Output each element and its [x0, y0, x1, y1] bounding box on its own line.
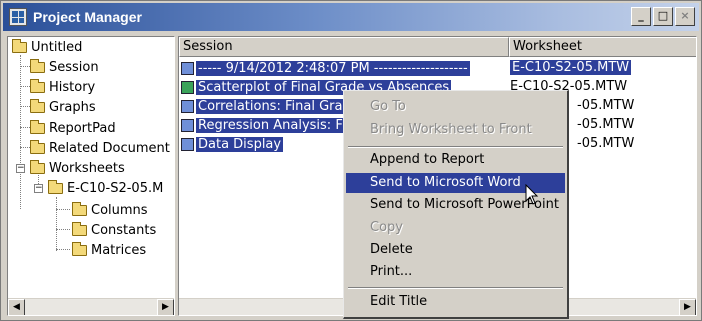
tree-connector [56, 229, 70, 230]
tree-item-label: Session [49, 59, 99, 75]
scroll-right-arrow-icon[interactable]: ▶ [157, 299, 174, 315]
session-row-label: Data Display [196, 136, 284, 152]
tree-item-columns[interactable]: Columns [72, 201, 148, 219]
folder-icon [48, 179, 63, 194]
title-bar[interactable]: Project Manager _ □ × [3, 3, 699, 31]
tree-item-reportpad[interactable]: ReportPad [30, 119, 116, 137]
tree-item-untitled[interactable]: Untitled [12, 38, 82, 56]
session-row[interactable]: Regression Analysis: Fir [181, 116, 353, 134]
session-row-label: Regression Analysis: Fir [196, 117, 353, 133]
tree-item-constants[interactable]: Constants [72, 221, 156, 239]
tree-connector [20, 86, 30, 87]
tree-item-related-documents[interactable]: Related Document [30, 139, 170, 157]
session-row-worksheet: -05.MTW [577, 117, 635, 132]
folder-icon [30, 119, 45, 134]
menu-item-edit-title[interactable]: Edit Title [346, 292, 565, 312]
tree-connector [20, 66, 30, 67]
maximize-button[interactable]: □ [653, 7, 673, 26]
tree-item-matrices[interactable]: Matrices [72, 241, 146, 259]
collapse-worksheet-toggle[interactable]: − [34, 184, 43, 193]
session-row[interactable]: Correlations: Final Grad [181, 97, 353, 115]
tree-item-history[interactable]: History [30, 78, 95, 96]
folder-icon [30, 159, 45, 174]
session-row-worksheet: -05.MTW [577, 98, 635, 113]
session-icon [181, 137, 194, 151]
tree-item-label: Worksheets [49, 160, 125, 176]
session-row[interactable]: ----- 9/14/2012 2:48:07 PM -------------… [181, 59, 470, 77]
menu-item-copy[interactable]: Copy [346, 218, 565, 238]
tree-item-label: Graphs [49, 99, 96, 115]
session-row-worksheet: -05.MTW [577, 136, 635, 151]
tree-item-label: Constants [91, 222, 157, 238]
scroll-left-arrow-icon[interactable]: ◀ [8, 299, 25, 315]
column-header-worksheet[interactable]: Worksheet [509, 37, 696, 57]
tree-connector [20, 55, 21, 209]
scroll-right-arrow-icon[interactable]: ▶ [679, 299, 696, 315]
menu-item-append-to-report[interactable]: Append to Report [346, 150, 565, 170]
tree-item-label: Related Document [49, 140, 170, 156]
tree-item-label: Matrices [91, 242, 147, 258]
window-controls: _ □ × [631, 7, 695, 26]
menu-item-go-to[interactable]: Go To [346, 97, 565, 117]
session-row[interactable]: Data Display [181, 135, 284, 153]
tree-item-worksheets[interactable]: Worksheets [30, 159, 125, 177]
tree-item-label: E-C10-S2-05.M [67, 180, 164, 196]
folder-icon [30, 98, 45, 113]
folder-icon [72, 241, 87, 256]
session-icon [181, 61, 194, 75]
minimize-button[interactable]: _ [631, 7, 651, 26]
folder-icon [72, 201, 87, 216]
tree-item-session[interactable]: Session [30, 58, 99, 76]
tree-connector [20, 127, 30, 128]
tree-item-graphs[interactable]: Graphs [30, 98, 96, 116]
tree-item-label: Columns [91, 202, 148, 218]
tree-connector [56, 197, 57, 251]
tree-item-label: ReportPad [49, 120, 116, 136]
column-header-session[interactable]: Session [179, 37, 509, 57]
tree-connector [56, 249, 70, 250]
tree-item-label: History [49, 79, 96, 95]
collapse-worksheets-toggle[interactable]: − [16, 164, 25, 173]
graph-icon [181, 80, 194, 94]
close-button[interactable]: × [675, 7, 695, 26]
session-row-label: Correlations: Final Grad [196, 98, 353, 114]
tree-horizontal-scrollbar[interactable]: ◀ ▶ [8, 298, 174, 315]
tree-connector [20, 106, 30, 107]
window-title: Project Manager [33, 9, 142, 25]
tree-item-worksheet-file[interactable]: E-C10-S2-05.M [48, 179, 163, 197]
tree-connector [56, 209, 70, 210]
session-icon [181, 118, 194, 132]
mouse-pointer-icon [525, 184, 539, 205]
folder-icon [30, 58, 45, 73]
menu-item-bring-worksheet-to-front[interactable]: Bring Worksheet to Front [346, 120, 565, 140]
menu-separator [348, 146, 563, 148]
project-tree-pane: Untitled Session History Graphs ReportPa… [7, 36, 175, 316]
session-row-worksheet: E-C10-S2-05.MTW [510, 60, 632, 75]
menu-item-print[interactable]: Print... [346, 262, 565, 282]
project-manager-window: Project Manager _ □ × Untitled Session H… [0, 0, 702, 321]
session-icon [181, 99, 194, 113]
menu-separator [348, 287, 563, 289]
folder-icon [12, 38, 27, 53]
folder-icon [30, 78, 45, 93]
session-row-label: ----- 9/14/2012 2:48:07 PM -------------… [196, 60, 470, 76]
folder-icon [72, 221, 87, 236]
folder-icon [30, 139, 45, 154]
tree-item-label: Untitled [31, 39, 83, 55]
menu-item-delete[interactable]: Delete [346, 240, 565, 260]
project-manager-icon [9, 8, 27, 26]
tree-connector [20, 147, 30, 148]
